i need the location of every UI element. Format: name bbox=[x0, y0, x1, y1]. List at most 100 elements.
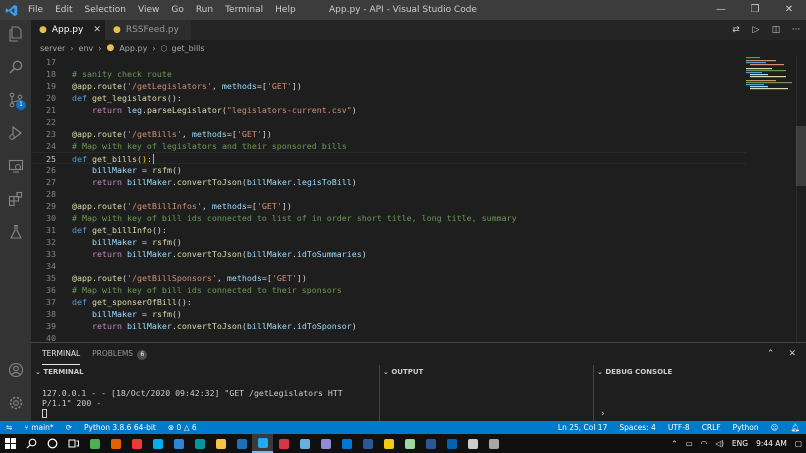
python-interpreter[interactable]: Python 3.8.6 64-bit bbox=[78, 423, 162, 432]
notepad-icon[interactable] bbox=[294, 434, 315, 453]
terminal-section-header[interactable]: ⌄ TERMINAL bbox=[35, 366, 84, 378]
tab-terminal[interactable]: TERMINAL bbox=[42, 343, 81, 365]
code-line[interactable]: 26 billMaker = rsfm() bbox=[31, 164, 746, 176]
feedback-icon[interactable]: ☺ bbox=[765, 423, 785, 432]
settings-icon[interactable] bbox=[462, 434, 483, 453]
menu-item-run[interactable]: Run bbox=[190, 0, 219, 20]
word-icon[interactable] bbox=[420, 434, 441, 453]
app-icon-3[interactable] bbox=[357, 434, 378, 453]
copilot-icon[interactable] bbox=[168, 434, 189, 453]
split-editor-icon[interactable]: ◫ bbox=[766, 25, 786, 35]
code-line[interactable]: 28 bbox=[31, 188, 746, 200]
code-line[interactable]: 21 return leg.parseLegislator("legislato… bbox=[31, 104, 746, 116]
battery-icon[interactable]: ▭ bbox=[686, 439, 693, 448]
code-line[interactable]: 20 def get_legislators(): bbox=[31, 92, 746, 104]
breadcrumb-folder[interactable]: server bbox=[40, 44, 65, 53]
menu-item-help[interactable]: Help bbox=[269, 0, 302, 20]
code-line[interactable]: 38 billMaker = rsfm() bbox=[31, 308, 746, 320]
menu-item-selection[interactable]: Selection bbox=[79, 0, 132, 20]
code-line[interactable]: 23 @app.route('/getBills', methods=['GET'… bbox=[31, 128, 746, 140]
language-mode[interactable]: Python bbox=[727, 423, 765, 432]
close-panel-icon[interactable]: ✕ bbox=[788, 349, 796, 359]
menu-item-file[interactable]: File bbox=[22, 0, 49, 20]
explorer-icon[interactable] bbox=[0, 20, 31, 48]
search-icon[interactable] bbox=[0, 53, 31, 81]
code-line[interactable]: 22 bbox=[31, 116, 746, 128]
vivaldi-icon[interactable] bbox=[126, 434, 147, 453]
cortana-icon[interactable] bbox=[42, 434, 63, 453]
cursor-position[interactable]: Ln 25, Col 17 bbox=[552, 423, 613, 432]
output-section-header[interactable]: ⌄ OUTPUT bbox=[383, 366, 423, 378]
manage-gear-icon[interactable] bbox=[0, 389, 31, 417]
notifications-bell-icon[interactable]: 🔔︎ bbox=[784, 423, 806, 432]
sync-icon[interactable]: ⟳ bbox=[60, 423, 78, 432]
arduino-icon[interactable] bbox=[189, 434, 210, 453]
close-tab-icon[interactable]: ✕ bbox=[93, 25, 101, 35]
tab-problems[interactable]: PROBLEMS 6 bbox=[92, 343, 148, 365]
files-icon[interactable] bbox=[231, 434, 252, 453]
code-line[interactable]: 36 # Map with key of bill ids connected t… bbox=[31, 284, 746, 296]
indentation[interactable]: Spaces: 4 bbox=[613, 423, 661, 432]
breadcrumb-file[interactable]: App.py bbox=[119, 44, 147, 53]
task-view-icon[interactable] bbox=[63, 434, 84, 453]
menu-item-terminal[interactable]: Terminal bbox=[219, 0, 269, 20]
input-language[interactable]: ENG bbox=[732, 439, 748, 448]
code-line[interactable]: 34 bbox=[31, 260, 746, 272]
branch-status[interactable]: ⑂ main* bbox=[18, 423, 59, 432]
wifi-icon[interactable]: ◠ bbox=[701, 439, 708, 448]
code-line[interactable]: 31 def get_billInfo(): bbox=[31, 224, 746, 236]
menu-item-view[interactable]: View bbox=[132, 0, 165, 20]
app-icon-5[interactable] bbox=[399, 434, 420, 453]
testing-icon[interactable] bbox=[0, 218, 31, 246]
maximize-panel-icon[interactable]: ⌃ bbox=[767, 349, 775, 359]
code-line[interactable]: 33 return billMaker.convertToJson(billMa… bbox=[31, 248, 746, 260]
more-actions-icon[interactable]: ··· bbox=[786, 25, 806, 35]
terminal-output[interactable]: 127.0.0.1 - - [18/Oct/2020 09:42:32] "GE… bbox=[42, 388, 343, 418]
remote-indicator-icon[interactable]: ⇋ bbox=[0, 423, 18, 432]
clock-time[interactable]: 9:44 AM bbox=[756, 439, 787, 448]
code-line[interactable]: 17 bbox=[31, 56, 746, 68]
run-debug-icon[interactable] bbox=[0, 119, 31, 147]
close-window-button[interactable]: ✕ bbox=[772, 0, 806, 20]
code-line[interactable]: 27 return billMaker.convertToJson(billMa… bbox=[31, 176, 746, 188]
app-icon-7[interactable] bbox=[483, 434, 504, 453]
remote-explorer-icon[interactable] bbox=[0, 152, 31, 180]
action-center-icon[interactable]: ▢ bbox=[795, 439, 802, 448]
breadcrumb-symbol[interactable]: get_bills bbox=[172, 44, 205, 53]
code-line[interactable]: 30 # Map with key of bill ids connected t… bbox=[31, 212, 746, 224]
editor-scrollbar[interactable] bbox=[796, 56, 806, 342]
extensions-icon[interactable] bbox=[0, 185, 31, 213]
search-icon[interactable] bbox=[21, 434, 42, 453]
code-line[interactable]: 39 return billMaker.convertToJson(billMa… bbox=[31, 320, 746, 332]
debug-console-section-header[interactable]: ⌄ DEBUG CONSOLE bbox=[597, 366, 672, 378]
code-line[interactable]: 24 # Map with key of legislators and thei… bbox=[31, 140, 746, 152]
code-line[interactable]: 19 @app.route('/getLegislators', methods=… bbox=[31, 80, 746, 92]
scroll-thumb[interactable] bbox=[796, 126, 806, 186]
menu-item-edit[interactable]: Edit bbox=[49, 0, 78, 20]
app-icon-6[interactable] bbox=[441, 434, 462, 453]
source-control-icon[interactable]: 1 bbox=[0, 86, 31, 114]
account-icon[interactable] bbox=[0, 356, 31, 384]
firefox-icon[interactable] bbox=[105, 434, 126, 453]
show-hidden-icons-icon[interactable]: ⌃ bbox=[671, 439, 677, 448]
file-explorer-icon[interactable] bbox=[210, 434, 231, 453]
breadcrumb-folder[interactable]: env bbox=[79, 44, 94, 53]
vscode-taskbar-icon[interactable] bbox=[252, 434, 273, 453]
run-file-icon[interactable]: ▷ bbox=[746, 25, 766, 35]
code-line[interactable]: 18 # sanity check route bbox=[31, 68, 746, 80]
app-icon-4[interactable] bbox=[378, 434, 399, 453]
menu-item-go[interactable]: Go bbox=[165, 0, 189, 20]
volume-icon[interactable]: ◁) bbox=[715, 439, 724, 448]
windows-start-icon[interactable] bbox=[0, 434, 21, 453]
tab-app-py[interactable]: ● App.py ✕ bbox=[31, 20, 105, 40]
minimap[interactable] bbox=[744, 56, 794, 342]
code-line[interactable]: 37 def get_sponserOfBill(): bbox=[31, 296, 746, 308]
end-of-line[interactable]: CRLF bbox=[696, 423, 727, 432]
code-line[interactable]: 29 @app.route('/getBillInfos', methods=['… bbox=[31, 200, 746, 212]
code-line[interactable]: 32 billMaker = rsfm() bbox=[31, 236, 746, 248]
pdf-icon[interactable] bbox=[273, 434, 294, 453]
skype-icon[interactable] bbox=[147, 434, 168, 453]
problems-status[interactable]: ⊗ 0 △ 6 bbox=[162, 423, 203, 432]
chrome-icon[interactable] bbox=[84, 434, 105, 453]
maximize-button[interactable]: ❐ bbox=[738, 0, 772, 20]
